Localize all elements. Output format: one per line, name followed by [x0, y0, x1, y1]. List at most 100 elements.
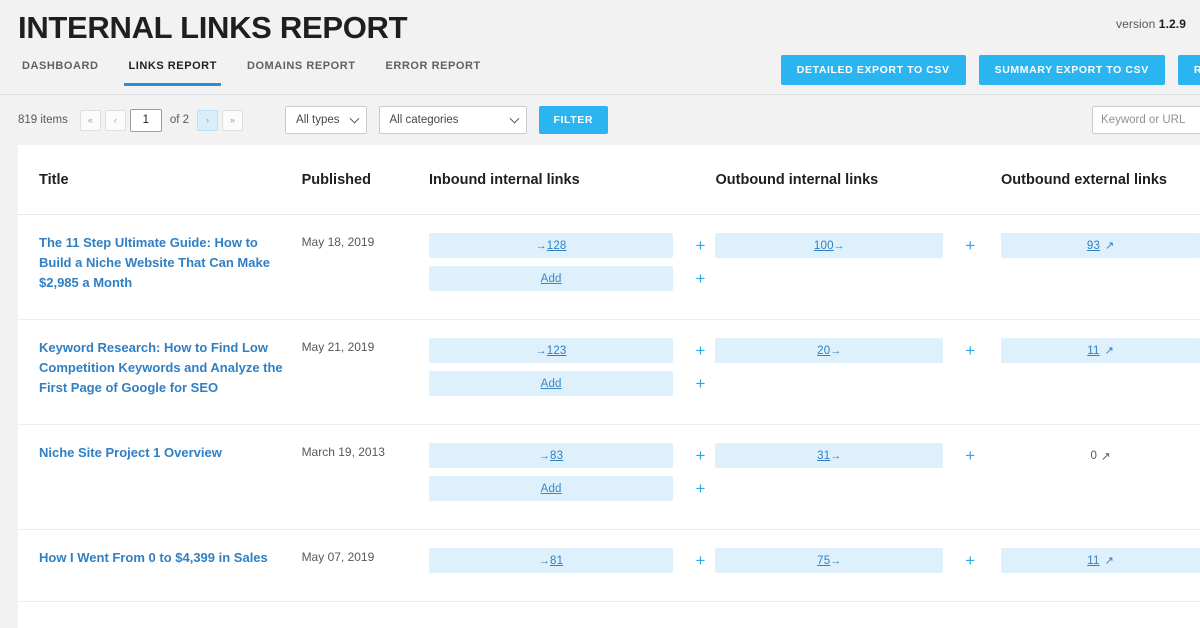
post-title-link[interactable]: How I Went From 0 to $4,399 in Sales — [39, 550, 268, 565]
cell-title: How I Went From 0 to $4,399 in Sales — [18, 548, 302, 581]
external-links-pill[interactable]: 93 ↗ — [1001, 233, 1200, 258]
outbound-pill[interactable]: 20→+ — [715, 338, 943, 363]
table-toolbar: 819 items « ‹ of 2 › » All types All cat… — [0, 95, 1200, 145]
add-link-plus-icon[interactable]: + — [695, 552, 705, 569]
add-link-plus-icon[interactable]: + — [695, 375, 705, 392]
version-text: version — [1116, 17, 1155, 31]
filter-button[interactable]: FILTER — [539, 106, 609, 134]
external-count-link[interactable]: 11 — [1087, 345, 1099, 357]
tab-dashboard[interactable]: DASHBOARD — [18, 60, 102, 86]
category-filter-value: All categories — [390, 114, 459, 126]
tab-links-report[interactable]: LINKS REPORT — [124, 60, 221, 86]
column-header-published: Published — [302, 172, 429, 188]
cell-outbound-links: 75→ + — [715, 548, 1001, 581]
add-link-plus-icon[interactable]: + — [695, 270, 705, 287]
outbound-pill[interactable]: 100→+ — [715, 233, 943, 258]
arrow-after-icon: → — [830, 345, 841, 357]
cell-inbound-links: →83+Add+ — [429, 443, 716, 509]
pagination-total-label: of 2 — [170, 114, 189, 126]
post-title-link[interactable]: Niche Site Project 1 Overview — [39, 445, 222, 460]
outbound-count-link[interactable]: 75 — [817, 555, 830, 567]
external-link-arrow-icon: ↗ — [1105, 239, 1114, 252]
tab-error-report[interactable]: ERROR REPORT — [382, 60, 485, 86]
type-filter-value: All types — [296, 114, 339, 126]
main-tabs: DASHBOARD LINKS REPORT DOMAINS REPORT ER… — [18, 60, 485, 86]
add-link-label[interactable]: Add — [541, 483, 562, 495]
links-table: Title Published Inbound internal links O… — [18, 145, 1200, 628]
internal-links-report-page: INTERNAL LINKS REPORT version 1.2.9 DASH… — [0, 0, 1200, 628]
inbound-count-link[interactable]: 83 — [550, 450, 563, 462]
cell-outbound-links: 20→ + — [715, 338, 1001, 404]
inbound-pill[interactable]: →123+ — [429, 338, 674, 363]
external-links-pill[interactable]: 11 ↗ — [1001, 338, 1200, 363]
cell-title: Niche Site Project 1 Overview — [18, 443, 302, 509]
add-link-plus-icon[interactable]: + — [695, 342, 705, 359]
external-count-link[interactable]: 11 — [1087, 555, 1099, 567]
table-row: How I Went From 0 to $4,399 in SalesMay … — [18, 530, 1200, 602]
category-filter-select[interactable]: All categories — [379, 106, 527, 134]
inbound-pill[interactable]: →83+ — [429, 443, 674, 468]
cell-outbound-links: 100→+ — [715, 233, 1001, 299]
pagination-first-button[interactable]: « — [80, 110, 101, 131]
page-title: INTERNAL LINKS REPORT — [18, 10, 407, 46]
version-number: 1.2.9 — [1159, 17, 1186, 31]
post-title-link[interactable]: Keyword Research: How to Find Low Compet… — [39, 340, 283, 395]
inbound-count-link[interactable]: 123 — [547, 345, 567, 357]
cell-inbound-links: →81+ — [429, 548, 716, 581]
table-body: The 11 Step Ultimate Guide: How to Build… — [18, 215, 1200, 602]
pagination-next-button[interactable]: › — [197, 110, 218, 131]
arrow-after-icon: → — [830, 555, 841, 567]
rescan-button[interactable]: R — [1178, 55, 1200, 85]
table-row: Keyword Research: How to Find Low Compet… — [18, 320, 1200, 425]
external-count-link[interactable]: 93 — [1087, 240, 1100, 252]
cell-external-links: 93 ↗ — [1001, 233, 1200, 299]
outbound-pill[interactable]: 31→+ — [715, 443, 943, 468]
add-link-pill[interactable]: Add+ — [429, 371, 674, 396]
column-header-external: Outbound external links — [1001, 172, 1200, 188]
add-link-label[interactable]: Add — [541, 273, 562, 285]
inbound-count-link[interactable]: 81 — [550, 555, 563, 567]
table-row: Niche Site Project 1 OverviewMarch 19, 2… — [18, 425, 1200, 530]
add-link-plus-icon[interactable]: + — [695, 480, 705, 497]
chevron-down-icon — [349, 114, 359, 124]
header-action-buttons: DETAILED EXPORT TO CSV SUMMARY EXPORT TO… — [781, 55, 1200, 85]
add-link-plus-icon[interactable]: + — [965, 342, 975, 359]
add-link-pill[interactable]: Add+ — [429, 476, 674, 501]
inbound-pill[interactable]: →81+ — [429, 548, 674, 573]
detailed-export-csv-button[interactable]: DETAILED EXPORT TO CSV — [781, 55, 966, 85]
outbound-count-link[interactable]: 31 — [817, 450, 830, 462]
external-link-arrow-icon: ↗ — [1105, 344, 1114, 357]
outbound-count-link[interactable]: 100 — [814, 240, 834, 252]
pagination-prev-button[interactable]: ‹ — [105, 110, 126, 131]
inbound-count-link[interactable]: 128 — [547, 240, 567, 252]
cell-title: The 11 Step Ultimate Guide: How to Build… — [18, 233, 302, 299]
column-header-inbound: Inbound internal links — [429, 172, 716, 188]
add-link-plus-icon[interactable]: + — [965, 447, 975, 464]
post-title-link[interactable]: The 11 Step Ultimate Guide: How to Build… — [39, 235, 270, 290]
search-input[interactable] — [1092, 106, 1200, 134]
outbound-pill[interactable]: 75→+ — [715, 548, 943, 573]
add-link-label[interactable]: Add — [541, 378, 562, 390]
add-link-plus-icon[interactable]: + — [695, 447, 705, 464]
summary-export-csv-button[interactable]: SUMMARY EXPORT TO CSV — [979, 55, 1165, 85]
cell-external-links: 0↗ — [1001, 443, 1200, 509]
column-header-outbound: Outbound internal links — [716, 172, 1002, 188]
items-count-label: 819 items — [18, 114, 68, 126]
external-links-pill[interactable]: 11↗ — [1001, 548, 1200, 573]
cell-external-links: 11↗ — [1001, 548, 1200, 581]
tab-domains-report[interactable]: DOMAINS REPORT — [243, 60, 360, 86]
arrow-after-icon: → — [830, 450, 841, 462]
arrow-before-icon: → — [539, 450, 550, 462]
pagination-last-button[interactable]: » — [222, 110, 243, 131]
version-label: version 1.2.9 — [1116, 17, 1186, 31]
add-link-pill[interactable]: Add+ — [429, 266, 674, 291]
add-link-plus-icon[interactable]: + — [965, 237, 975, 254]
add-link-plus-icon[interactable]: + — [965, 552, 975, 569]
add-link-plus-icon[interactable]: + — [695, 237, 705, 254]
table-row: The 11 Step Ultimate Guide: How to Build… — [18, 215, 1200, 320]
type-filter-select[interactable]: All types — [285, 106, 366, 134]
cell-outbound-links: 31→ + — [715, 443, 1001, 509]
inbound-pill[interactable]: →128+ — [429, 233, 674, 258]
pagination-page-input[interactable] — [130, 109, 162, 132]
outbound-count-link[interactable]: 20 — [817, 345, 830, 357]
